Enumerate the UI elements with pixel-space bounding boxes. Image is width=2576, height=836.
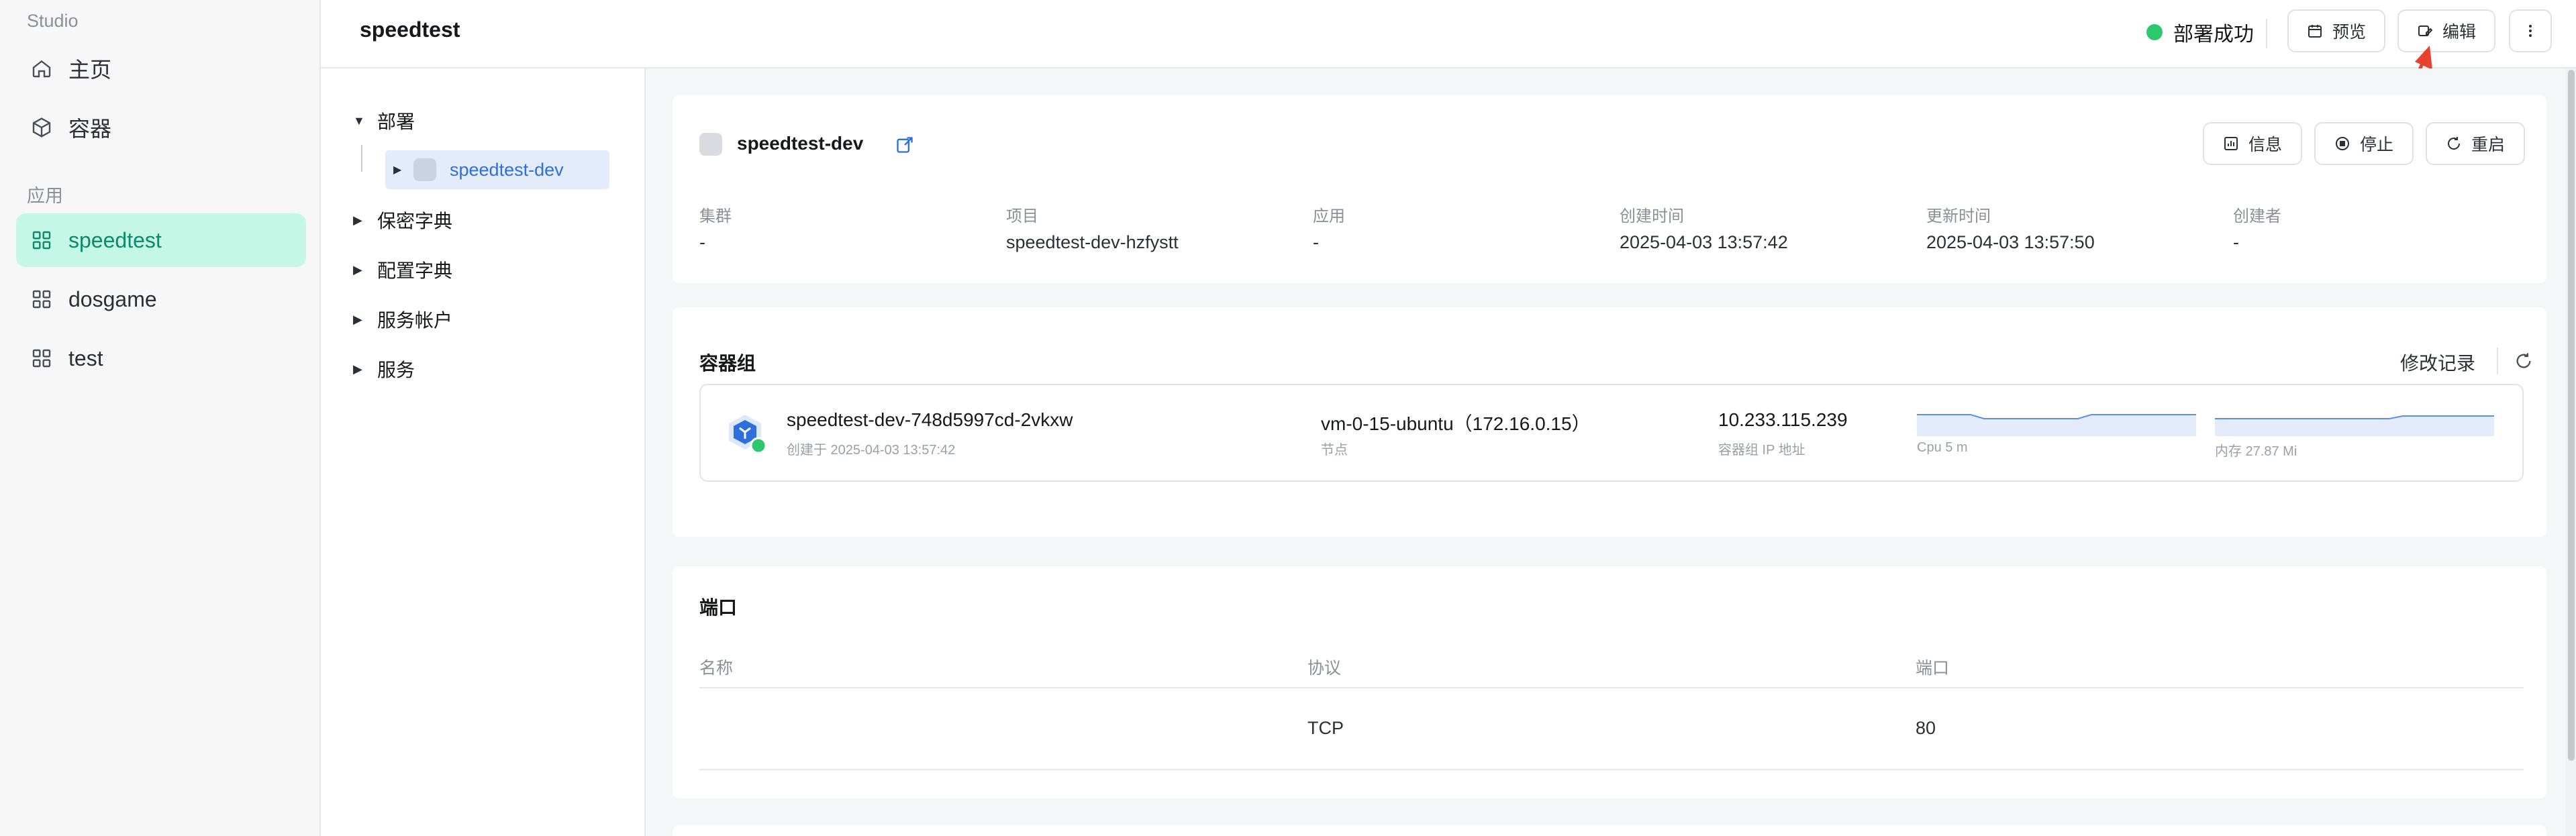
preview-button[interactable]: 预览 (2287, 9, 2385, 52)
meta-cluster-value: - (699, 232, 705, 252)
restart-icon (2447, 137, 2460, 150)
sidebar-item-label: speedtest (68, 227, 162, 252)
history-link[interactable]: 修改记录 (2400, 349, 2475, 376)
meta-creator-label: 创建者 (2233, 207, 2281, 225)
ports-title: 端口 (699, 597, 738, 618)
external-link-icon[interactable] (895, 136, 914, 154)
meta-app-label: 应用 (1313, 207, 1345, 225)
deployment-card: speedtest-dev 信息 停止 重启 集群 - 项目 speedtest… (673, 95, 2546, 283)
more-button[interactable] (2509, 9, 2552, 52)
tree-node-services[interactable]: ▶ 服务 (353, 356, 415, 382)
port-number-cell: 80 (1916, 718, 1936, 738)
sidebar-section-apps: 应用 (27, 186, 63, 206)
sidebar-item-test[interactable]: test (16, 331, 306, 385)
next-card (673, 825, 2546, 836)
column-header-protocol: 协议 (1307, 659, 1342, 678)
meta-cluster-label: 集群 (699, 207, 732, 225)
deployment-name: speedtest-dev (737, 133, 864, 154)
grid-icon (32, 290, 51, 309)
pod-row[interactable]: speedtest-dev-748d5997cd-2vkxw 创建于 2025-… (699, 384, 2524, 482)
meta-updated-value: 2025-04-03 13:57:50 (1926, 232, 2095, 252)
meta-creator-value: - (2233, 232, 2239, 252)
app-sidebar: Studio 主页 容器 应用 speedtest dosgame test (0, 0, 321, 836)
divider (2497, 348, 2498, 374)
pod-ip: 10.233.115.239 (1718, 409, 1848, 430)
meta-app-value: - (1313, 232, 1319, 252)
meta-project-value: speedtest-dev-hzfystt (1006, 232, 1179, 252)
top-bar: speedtest 部署成功 预览 编辑 (321, 0, 2576, 68)
memory-sparkline (2215, 415, 2494, 436)
tree-guide-line (361, 145, 362, 172)
pod-ip-label: 容器组 IP 地址 (1718, 443, 1805, 458)
pods-title: 容器组 (699, 353, 756, 374)
table-row-divider (699, 769, 2524, 770)
pod-created: 创建于 2025-04-03 13:57:42 (787, 443, 956, 458)
grid-icon (32, 349, 51, 368)
memory-label: 内存 27.87 Mi (2215, 444, 2297, 459)
stop-button[interactable]: 停止 (2314, 122, 2414, 165)
sidebar-item-home[interactable]: 主页 (16, 42, 306, 95)
column-header-port: 端口 (1916, 659, 1950, 678)
deployment-icon (413, 158, 436, 181)
info-button[interactable]: 信息 (2203, 122, 2302, 165)
caret-right-icon: ▶ (353, 262, 362, 276)
sidebar-item-dosgame[interactable]: dosgame (16, 272, 306, 326)
meta-created-label: 创建时间 (1620, 207, 1684, 225)
cpu-sparkline (1917, 414, 2196, 436)
home-icon (32, 60, 51, 78)
tree-node-secrets[interactable]: ▶ 保密字典 (353, 207, 452, 233)
sidebar-section-studio: Studio (27, 11, 79, 31)
page-title: speedtest (360, 17, 460, 42)
tree-node-service-accounts[interactable]: ▶ 服务帐户 (353, 306, 452, 333)
meta-project-label: 项目 (1006, 207, 1038, 225)
scrollbar-thumb[interactable] (2568, 70, 2575, 761)
deployment-status-icon (699, 133, 722, 156)
divider (2266, 19, 2267, 48)
main-content: speedtest-dev 信息 停止 重启 集群 - 项目 speedtest… (646, 68, 2565, 836)
sidebar-item-label: 主页 (68, 58, 112, 82)
caret-right-icon: ▶ (353, 362, 362, 376)
more-vertical-icon (2529, 25, 2532, 37)
meta-created-value: 2025-04-03 13:57:42 (1620, 232, 1788, 252)
ports-card: 端口 名称 协议 端口 TCP 80 (673, 566, 2546, 798)
status-dot-icon (2146, 24, 2163, 40)
grid-icon (32, 231, 51, 250)
cube-icon (32, 117, 51, 138)
pod-node: vm-0-15-ubuntu（172.16.0.15） (1321, 413, 1591, 434)
sidebar-item-label: 容器 (68, 117, 112, 141)
caret-down-icon: ▼ (353, 113, 365, 127)
caret-right-icon: ▶ (353, 312, 362, 326)
sidebar-item-containers[interactable]: 容器 (16, 101, 306, 154)
tree-node-deployments[interactable]: ▼ 部署 (353, 107, 415, 134)
status-text: 部署成功 (2173, 23, 2254, 46)
pod-icon (729, 415, 767, 454)
calendar-icon (2308, 25, 2322, 38)
tree-node-configmaps[interactable]: ▶ 配置字典 (353, 256, 452, 283)
table-header-divider (699, 687, 2524, 688)
chart-icon (2224, 137, 2238, 150)
tree-item-speedtest-dev[interactable]: ▶ speedtest-dev (385, 150, 609, 189)
stop-icon (2335, 137, 2349, 150)
pod-node-label: 节点 (1321, 443, 1348, 458)
sidebar-item-label: dosgame (68, 286, 157, 311)
caret-right-icon: ▶ (353, 213, 362, 227)
pods-card: 容器组 修改记录 speedtest-dev-748d5997cd-2vkxw … (673, 307, 2546, 537)
refresh-icon[interactable] (2514, 352, 2533, 370)
deploy-status: 部署成功 (2146, 17, 2254, 47)
sidebar-item-speedtest[interactable]: speedtest (16, 213, 306, 267)
restart-button[interactable]: 重启 (2426, 122, 2525, 165)
edit-icon (2418, 25, 2433, 36)
resource-tree: ▼ 部署 ▶ speedtest-dev ▶ 保密字典 ▶ 配置字典 ▶ 服务帐… (321, 68, 646, 836)
cpu-label: Cpu 5 m (1917, 440, 1968, 455)
pod-name[interactable]: speedtest-dev-748d5997cd-2vkxw (787, 409, 1073, 431)
caret-right-icon: ▶ (393, 164, 402, 176)
port-protocol-cell: TCP (1307, 718, 1344, 738)
column-header-name: 名称 (699, 659, 734, 678)
meta-updated-label: 更新时间 (1926, 207, 1991, 225)
sidebar-item-label: test (68, 346, 103, 370)
